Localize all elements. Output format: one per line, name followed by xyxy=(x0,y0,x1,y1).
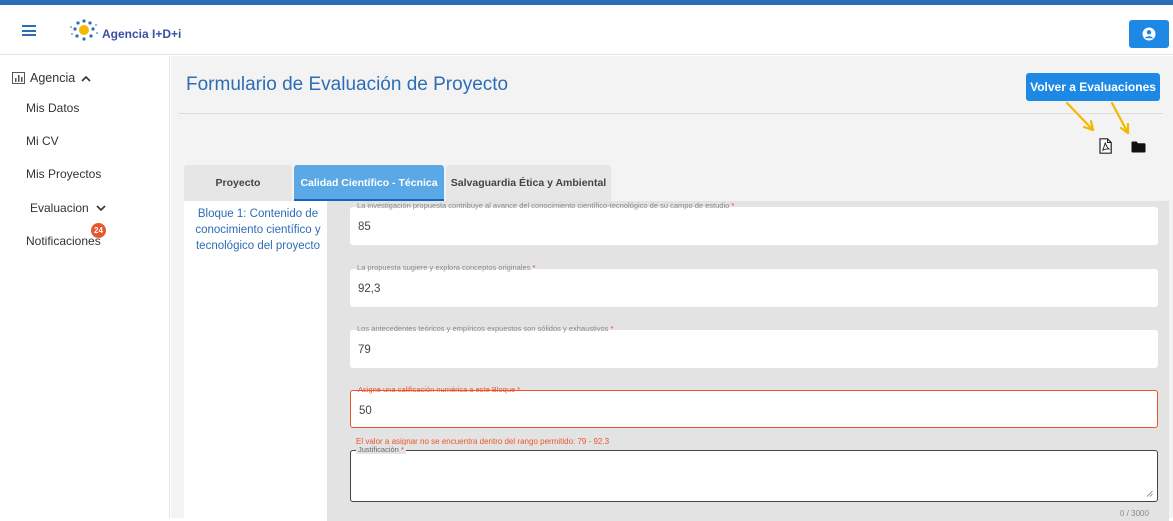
bar-chart-icon xyxy=(12,72,25,84)
pdf-icon[interactable] xyxy=(1099,138,1112,154)
block-score-label: Asigne una calificación numérica a este … xyxy=(358,385,521,394)
score-field-contribution-value: 85 xyxy=(358,221,371,233)
chevron-down-icon xyxy=(96,204,106,211)
main-content: Formulario de Evaluación de Proyecto Vol… xyxy=(171,56,1173,521)
block-score-input[interactable]: Asigne una calificación numérica a este … xyxy=(350,385,1158,428)
sidebar-section-label: Agencia xyxy=(30,71,76,85)
tab-calidad-cientifico-tecnica[interactable]: Calidad Científico - Técnica xyxy=(294,165,444,201)
tab-proyecto[interactable]: Proyecto xyxy=(184,165,292,201)
score-field-originality-label: La propuesta sugiere y explora conceptos… xyxy=(357,263,536,272)
score-field-background-label: Los antecedentes teóricos y empíricos ex… xyxy=(357,324,614,333)
page-title: Formulario de Evaluación de Proyecto xyxy=(186,74,509,95)
score-field-originality[interactable]: La propuesta sugiere y explora conceptos… xyxy=(350,263,1158,307)
agency-logo xyxy=(69,19,99,41)
sidebar-item-mi-cv[interactable]: Mi CV xyxy=(26,134,59,148)
score-field-contribution[interactable]: La investigación propuesta contribuye al… xyxy=(350,201,1158,245)
hamburger-menu-icon[interactable] xyxy=(22,25,36,36)
sidebar-section-agencia[interactable]: Agencia xyxy=(12,71,91,85)
block-title: Bloque 1: Contenido de conocimiento cien… xyxy=(195,208,321,252)
sidebar-item-notificaciones[interactable]: Notificaciones xyxy=(26,234,101,248)
sidebar-item-evaluacion[interactable]: Evaluacion xyxy=(30,201,106,215)
user-account-button[interactable] xyxy=(1129,20,1169,48)
score-field-background-value: 79 xyxy=(358,344,371,356)
score-field-originality-value: 92,3 xyxy=(358,283,381,295)
character-counter: 0 / 3000 xyxy=(1120,509,1149,518)
top-bar: Agencia I+D+i xyxy=(0,5,1173,55)
block-score-value: 50 xyxy=(359,405,372,417)
sidebar: Agencia Mis Datos Mi CV Mis Proyectos Ev… xyxy=(0,56,170,518)
sidebar-item-evaluacion-label: Evaluacion xyxy=(30,201,89,215)
user-icon xyxy=(1142,27,1156,41)
sidebar-item-mis-datos[interactable]: Mis Datos xyxy=(26,101,79,115)
score-field-contribution-label: La investigación propuesta contribuye al… xyxy=(357,201,735,210)
chevron-up-icon xyxy=(81,75,91,82)
sidebar-item-mis-proyectos[interactable]: Mis Proyectos xyxy=(26,167,101,181)
block-title-panel: Bloque 1: Contenido de conocimiento cien… xyxy=(184,201,327,521)
folder-icon[interactable] xyxy=(1131,141,1146,153)
tab-content-panel: Bloque 1: Contenido de conocimiento cien… xyxy=(184,201,1169,521)
brand-name: Agencia I+D+i xyxy=(102,27,182,41)
notifications-badge: 24 xyxy=(91,223,106,238)
justification-textarea[interactable]: Justificación * xyxy=(350,445,1158,502)
back-to-evaluations-button[interactable]: Volver a Evaluaciones xyxy=(1026,73,1160,101)
resize-handle-icon[interactable] xyxy=(1146,490,1153,497)
score-field-background[interactable]: Los antecedentes teóricos y empíricos ex… xyxy=(350,324,1158,368)
tab-salvaguardia-etica-ambiental[interactable]: Salvaguardia Ética y Ambiental xyxy=(446,165,611,201)
justification-label: Justificación * xyxy=(356,445,406,454)
title-divider xyxy=(179,113,1163,114)
